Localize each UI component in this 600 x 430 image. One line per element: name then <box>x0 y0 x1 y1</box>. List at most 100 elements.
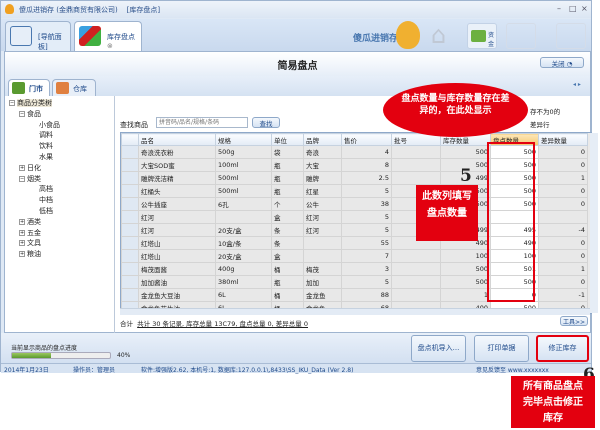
tab-scroll-arrows[interactable]: ◂ ▸ <box>573 81 581 88</box>
table-cell: 6孔 <box>215 197 272 211</box>
table-cell: 雕牌洗洁精 <box>138 171 216 185</box>
tree-node[interactable]: + 酒类 <box>9 217 110 228</box>
row-header[interactable] <box>121 249 139 263</box>
table-cell: 500ml <box>215 184 272 198</box>
table-cell: 38 <box>341 197 392 211</box>
add-document-icon[interactable] <box>506 23 536 49</box>
maximize-button[interactable]: □ <box>569 4 577 13</box>
column-header[interactable]: 售价 <box>341 133 392 146</box>
tree-node[interactable]: + 日化 <box>9 163 110 174</box>
tab-nav-panel[interactable]: [导航面板] <box>5 21 71 51</box>
table-cell: 2.5 <box>341 171 392 185</box>
table-cell: 公牛插座 <box>138 197 216 211</box>
table-cell: 红塔山 <box>138 236 216 250</box>
tree-node[interactable]: − 食品 <box>9 109 110 120</box>
row-header[interactable] <box>121 145 139 159</box>
column-header[interactable]: 品牌 <box>303 133 342 146</box>
import-scanner-button[interactable]: 盘点机导入... <box>411 335 466 362</box>
row-header[interactable] <box>121 223 139 237</box>
column-header[interactable]: 差异数量 <box>538 133 588 146</box>
row-header[interactable] <box>121 210 139 224</box>
warehouse-icon <box>56 82 69 94</box>
tools-button[interactable]: 工具>> <box>560 316 588 326</box>
column-header[interactable]: 品名 <box>138 133 216 146</box>
tree-node-label: 粮油 <box>27 250 41 259</box>
expand-toggle-icon[interactable]: + <box>19 229 25 236</box>
house-icon <box>12 82 25 94</box>
row-header[interactable] <box>121 275 139 289</box>
row-header[interactable] <box>121 236 139 250</box>
table-cell: 红河 <box>303 210 342 224</box>
tree-node[interactable]: + 文具 <box>9 238 110 249</box>
row-header[interactable] <box>121 171 139 185</box>
close-page-button[interactable]: 关闭 ◔ <box>540 57 584 68</box>
table-cell: 0 <box>538 197 588 211</box>
table-cell: -1 <box>538 288 588 302</box>
expand-toggle-icon[interactable]: + <box>19 164 25 171</box>
table-cell: 400g <box>215 262 272 276</box>
tree-node[interactable]: 高档 <box>9 184 110 195</box>
expand-toggle-icon[interactable]: − <box>19 110 25 117</box>
tab-close-icon[interactable]: ⊗ <box>107 42 113 50</box>
app-icon <box>5 4 14 14</box>
tab-warehouse[interactable]: 仓库 <box>52 79 96 96</box>
table-cell: 红星 <box>303 184 342 198</box>
progress-label: 当前显示商品的盘点进度 <box>11 345 78 352</box>
minimize-button[interactable]: – <box>557 4 561 13</box>
tree-node[interactable]: 调料 <box>9 130 110 141</box>
table-cell: 500g <box>215 145 272 159</box>
step-5-callout: 此数列填写盘点数量 <box>416 185 478 241</box>
expand-toggle-icon[interactable]: + <box>19 218 25 225</box>
search-input[interactable] <box>156 117 248 128</box>
tree-node-label: 酒类 <box>27 217 41 226</box>
funds-button[interactable]: 资金 <box>467 23 497 49</box>
table-cell: 盒 <box>271 249 304 263</box>
fix-inventory-button[interactable]: 修正库存 <box>536 335 589 362</box>
row-header[interactable] <box>121 184 139 198</box>
tree-node[interactable]: + 粮油 <box>9 249 110 260</box>
close-window-button[interactable]: × <box>581 4 588 13</box>
print-receipt-button[interactable]: 打印单据 <box>474 335 529 362</box>
table-cell: 梅茂面酱 <box>138 262 216 276</box>
table-cell: 100ml <box>215 158 272 172</box>
home-icon[interactable]: ⌂ <box>431 21 446 49</box>
tree-node-label: 日化 <box>27 163 41 172</box>
table-cell: 红塔山 <box>138 249 216 263</box>
row-header[interactable] <box>121 158 139 172</box>
tree-node[interactable]: − 烟类 <box>9 174 110 185</box>
expand-toggle-icon[interactable]: + <box>19 251 25 258</box>
remove-document-icon[interactable] <box>556 23 586 49</box>
vertical-scrollbar[interactable] <box>590 133 598 313</box>
tree-node-label: 中档 <box>39 196 53 205</box>
table-cell <box>215 210 272 224</box>
table-cell: 0 <box>538 158 588 172</box>
expand-toggle-icon[interactable]: + <box>19 240 25 247</box>
tree-node[interactable]: − 商品分类树 <box>9 98 110 109</box>
table-cell: 袋 <box>271 145 304 159</box>
table-cell <box>391 288 441 302</box>
tree-node[interactable]: 低档 <box>9 206 110 217</box>
column-header[interactable]: 规格 <box>215 133 272 146</box>
status-feedback[interactable]: 意见反馈至 www.xxxxxxx <box>476 365 549 374</box>
expand-toggle-icon[interactable]: − <box>9 100 15 106</box>
expand-toggle-icon[interactable]: − <box>19 175 25 182</box>
tree-node[interactable]: 饮料 <box>9 141 110 152</box>
search-button[interactable]: 查找 <box>252 117 280 128</box>
cubes-icon <box>79 26 101 46</box>
page-title: 简易盘点 <box>277 61 318 72</box>
row-header-corner <box>121 133 139 146</box>
table-cell: 桶 <box>271 288 304 302</box>
horizontal-scrollbar[interactable] <box>120 308 590 315</box>
tree-node[interactable]: 小食品 <box>9 120 110 131</box>
table-cell: 7 <box>341 249 392 263</box>
filter-option[interactable]: 存不为0的 差异行 <box>530 106 560 132</box>
tab-inventory-check[interactable]: 库存盘点 ⊗ <box>74 21 142 51</box>
column-header[interactable]: 单位 <box>271 133 304 146</box>
tree-node[interactable]: 中档 <box>9 195 110 206</box>
tab-store[interactable]: 门市 <box>8 79 50 96</box>
tree-node[interactable]: 水果 <box>9 152 110 163</box>
row-header[interactable] <box>121 288 139 302</box>
row-header[interactable] <box>121 197 139 211</box>
row-header[interactable] <box>121 262 139 276</box>
tree-node[interactable]: + 五金 <box>9 228 110 239</box>
